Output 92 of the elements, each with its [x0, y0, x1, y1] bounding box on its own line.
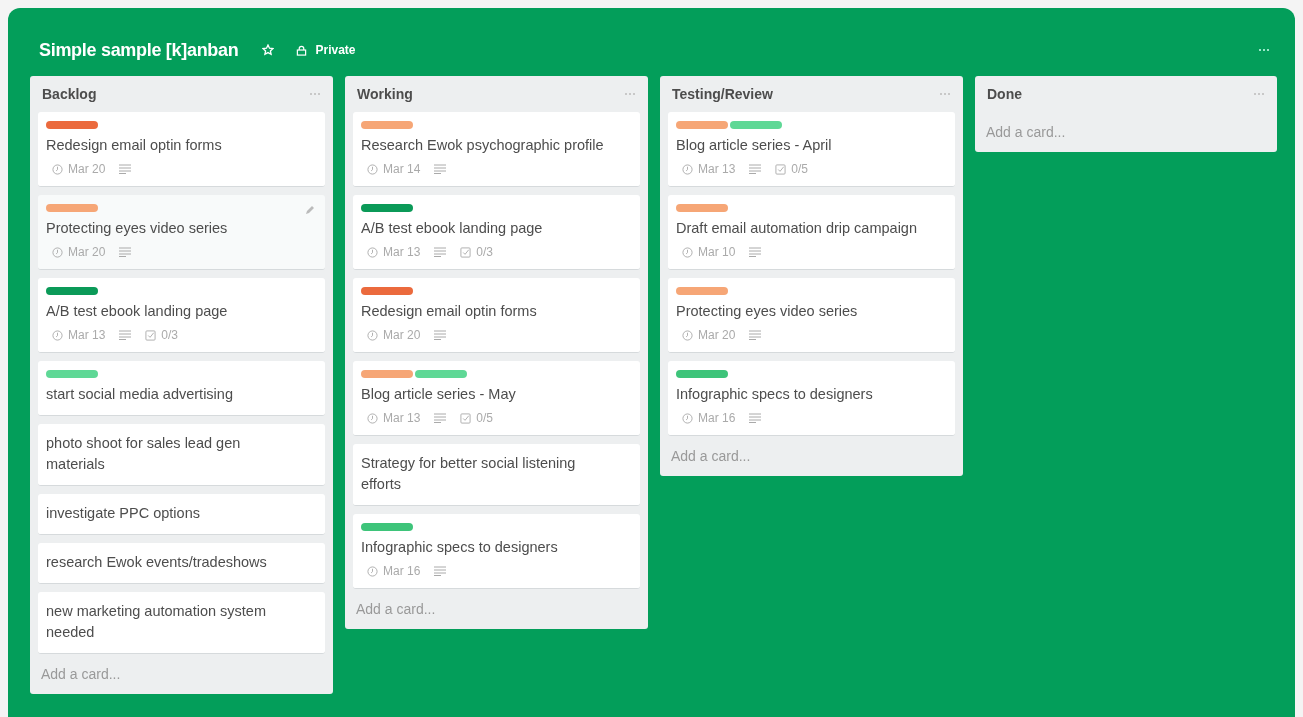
card-title: Research Ewok psychographic profile [361, 136, 605, 155]
more-icon[interactable] [1258, 48, 1270, 52]
more-icon[interactable] [624, 92, 636, 96]
pencil-icon[interactable] [305, 205, 315, 215]
card-title: Blog article series - April [676, 136, 833, 155]
checklist-icon [460, 246, 472, 258]
card-title: new marketing automation system needed [46, 602, 267, 642]
clock-icon [367, 246, 378, 258]
lock-icon [296, 44, 308, 56]
card[interactable]: Redesign email optin forms Mar 20 [353, 278, 640, 353]
description-icon [119, 164, 132, 174]
checklist-icon [460, 412, 472, 424]
description-icon [434, 413, 447, 423]
clock-icon [682, 163, 693, 175]
due-date: Mar 20 [383, 328, 421, 342]
card[interactable]: Protecting eyes video series Mar 20 [38, 195, 325, 270]
due-date: Mar 20 [68, 245, 106, 259]
due-date: Mar 14 [383, 162, 421, 176]
due-date: Mar 20 [698, 328, 736, 342]
card[interactable]: photo shoot for sales lead gen materials [38, 424, 325, 486]
list-title[interactable]: Done [987, 86, 1022, 102]
card-title: Draft email automation drip campaign [676, 219, 918, 238]
card-title: photo shoot for sales lead gen materials [46, 434, 242, 474]
due-date: Mar 10 [698, 245, 736, 259]
card-title: Infographic specs to designers [361, 538, 559, 557]
card[interactable]: investigate PPC options [38, 494, 325, 535]
card[interactable]: Redesign email optin forms Mar 20 [38, 112, 325, 187]
description-icon [749, 247, 762, 257]
description-icon [749, 164, 762, 174]
card[interactable]: Infographic specs to designers Mar 16 [353, 514, 640, 589]
card[interactable]: Draft email automation drip campaign Mar 10 [668, 195, 955, 270]
due-date: Mar 13 [698, 162, 736, 176]
card-title: investigate PPC options [46, 504, 201, 523]
due-date: Mar 13 [68, 328, 106, 342]
description-icon [749, 330, 762, 340]
card-title: Protecting eyes video series [676, 302, 859, 321]
card-title: Infographic specs to designers [676, 385, 874, 404]
description-icon [749, 413, 762, 423]
star-icon[interactable] [262, 44, 275, 56]
card[interactable]: A/B test ebook landing page Mar 13 0/3 [38, 278, 325, 353]
card[interactable]: Strategy for better social listening efforts [353, 444, 640, 506]
description-icon [434, 164, 447, 174]
description-icon [119, 330, 132, 340]
list-title[interactable]: Backlog [42, 86, 97, 102]
due-date: Mar 16 [383, 564, 421, 578]
card-title: Strategy for better social listening efforts [361, 454, 577, 494]
card[interactable]: research Ewok events/tradeshows [38, 543, 325, 584]
card[interactable]: Blog article series - May Mar 13 0/5 [353, 361, 640, 436]
clock-icon [52, 329, 63, 341]
list-title[interactable]: Testing/Review [672, 86, 773, 102]
checklist-count: 0/3 [161, 328, 179, 342]
description-icon [119, 247, 132, 257]
clock-icon [682, 329, 693, 341]
clock-icon [52, 246, 63, 258]
card[interactable]: Protecting eyes video series Mar 20 [668, 278, 955, 353]
more-icon[interactable] [309, 92, 321, 96]
card[interactable]: A/B test ebook landing page Mar 13 0/3 [353, 195, 640, 270]
due-date: Mar 20 [68, 162, 106, 176]
checklist-icon [145, 329, 157, 341]
clock-icon [682, 412, 693, 424]
card-title: start social media advertising [46, 385, 234, 404]
checklist-count: 0/5 [476, 411, 494, 425]
card-title: Protecting eyes video series [46, 219, 229, 238]
checklist-count: 0/5 [791, 162, 809, 176]
description-icon [434, 330, 447, 340]
more-icon[interactable] [939, 92, 951, 96]
card[interactable]: start social media advertising [38, 361, 325, 416]
card-title: research Ewok events/tradeshows [46, 553, 268, 572]
clock-icon [367, 565, 378, 577]
description-icon [434, 566, 447, 576]
card-title: A/B test ebook landing page [361, 219, 544, 238]
clock-icon [52, 163, 63, 175]
card[interactable]: Infographic specs to designers Mar 16 [668, 361, 955, 436]
due-date: Mar 13 [383, 245, 421, 259]
card-title: Redesign email optin forms [46, 136, 223, 155]
card-title: Blog article series - May [361, 385, 517, 404]
card-title: A/B test ebook landing page [46, 302, 229, 321]
clock-icon [367, 412, 378, 424]
list-title[interactable]: Working [357, 86, 413, 102]
card[interactable]: Blog article series - April Mar 13 0/5 [668, 112, 955, 187]
description-icon [434, 247, 447, 257]
card[interactable]: new marketing automation system needed [38, 592, 325, 654]
clock-icon [682, 246, 693, 258]
checklist-count: 0/3 [476, 245, 494, 259]
due-date: Mar 16 [698, 411, 736, 425]
checklist-icon [775, 163, 787, 175]
card-title: Redesign email optin forms [361, 302, 538, 321]
clock-icon [367, 163, 378, 175]
more-icon[interactable] [1253, 92, 1265, 96]
card[interactable]: Research Ewok psychographic profile Mar 14 [353, 112, 640, 187]
due-date: Mar 13 [383, 411, 421, 425]
clock-icon [367, 329, 378, 341]
